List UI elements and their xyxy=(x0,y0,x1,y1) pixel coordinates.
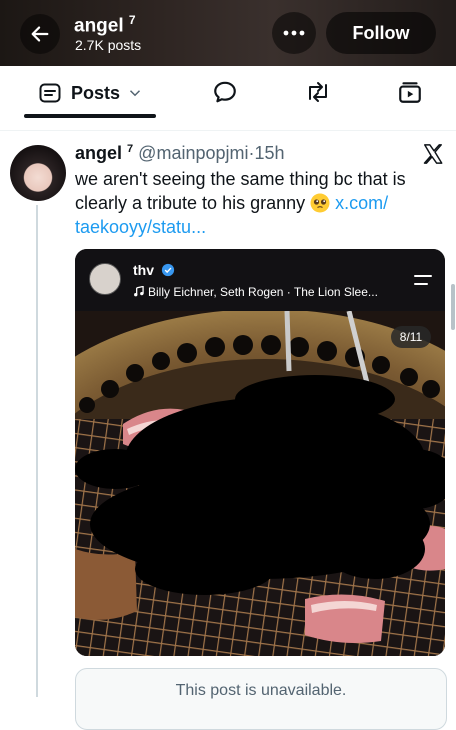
header-name: angel 7 xyxy=(74,13,136,37)
post-media[interactable]: thv Billy Eichner, Seth Rogen · The Lion… xyxy=(75,249,445,656)
menu-lines-icon[interactable] xyxy=(413,273,433,287)
reply-bubble-icon xyxy=(214,81,236,103)
posts-tab-icon xyxy=(39,83,61,103)
slide-counter: 8/11 xyxy=(391,326,431,348)
music-note-icon xyxy=(134,285,144,297)
thread-line xyxy=(36,205,38,697)
pleading-face-emoji xyxy=(310,193,330,213)
quoted-post-unavailable: This post is unavailable. xyxy=(75,668,447,730)
tab-posts[interactable]: Posts xyxy=(38,78,144,108)
tab-media[interactable] xyxy=(396,78,424,106)
follow-button[interactable]: Follow xyxy=(326,12,436,54)
post-time[interactable]: 15h xyxy=(254,143,284,163)
more-dots-icon xyxy=(283,30,305,36)
profile-tabs: Posts xyxy=(0,66,456,131)
media-account-avatar xyxy=(89,263,121,295)
arrow-left-icon xyxy=(31,26,49,42)
profile-header: angel 7 2.7K posts Follow xyxy=(0,0,456,66)
back-button[interactable] xyxy=(20,14,60,54)
verified-badge-icon xyxy=(161,263,175,277)
header-post-count: 2.7K posts xyxy=(75,37,142,53)
active-tab-indicator xyxy=(24,114,156,118)
post-text: we aren't seeing the same thing bc that … xyxy=(75,167,440,239)
post-display-name[interactable]: angel 7 xyxy=(75,143,133,163)
media-header: thv Billy Eichner, Seth Rogen · The Lion… xyxy=(75,249,445,311)
media-icon xyxy=(399,82,421,103)
x-logo-icon xyxy=(423,144,443,164)
tab-replies[interactable] xyxy=(211,78,239,106)
tab-reposts[interactable] xyxy=(304,78,332,106)
post-handle[interactable]: @mainpopjmi xyxy=(138,143,248,163)
unavailable-text: This post is unavailable. xyxy=(175,682,347,699)
scrollbar[interactable] xyxy=(451,284,455,330)
chevron-down-icon xyxy=(130,90,141,97)
retweet-icon xyxy=(309,82,327,102)
post-header: angel 7 @mainpopjmi·15h xyxy=(75,143,285,164)
avatar[interactable] xyxy=(10,145,66,201)
media-account-name: thv xyxy=(133,262,175,278)
more-button[interactable] xyxy=(272,12,316,54)
media-music-line: Billy Eichner, Seth Rogen · The Lion Sle… xyxy=(133,285,378,299)
tab-posts-label: Posts xyxy=(71,82,121,103)
